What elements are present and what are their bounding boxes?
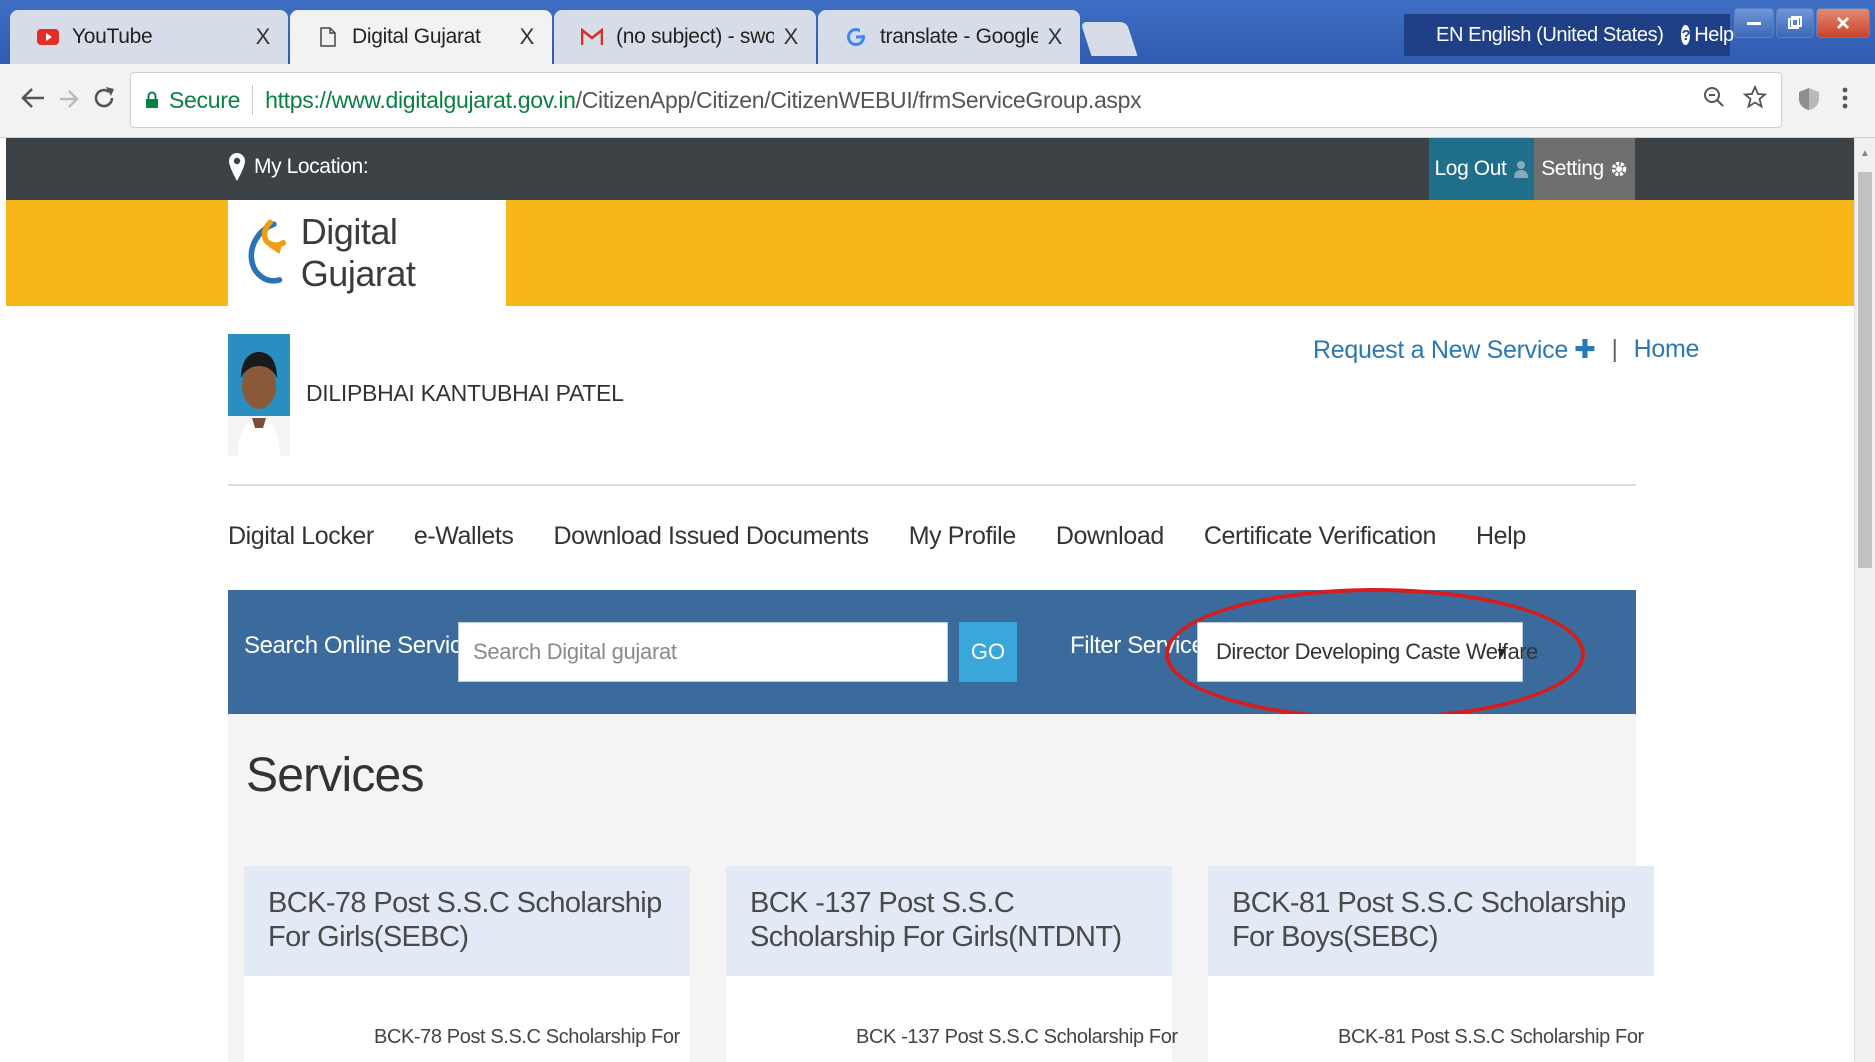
logout-button[interactable]: Log Out bbox=[1429, 138, 1534, 200]
help-icon: ? bbox=[1681, 25, 1691, 45]
menu-item-download-issued-documents[interactable]: Download Issued Documents bbox=[554, 522, 870, 551]
services-heading: Services bbox=[246, 749, 424, 802]
url-text: https://www.digitalgujarat.gov.in/Citize… bbox=[265, 86, 1142, 114]
tab-gmail[interactable]: (no subject) - swodcvalsad X bbox=[554, 10, 816, 64]
service-card-subtitle: BCK -137 Post S.S.C Scholarship For bbox=[856, 1026, 1178, 1048]
browser-tab-strip: YouTube X Digital Gujarat X (no subject)… bbox=[0, 0, 1875, 64]
my-location[interactable]: My Location: bbox=[228, 152, 369, 182]
url-domain: https://www.digitalgujarat.gov.in bbox=[265, 86, 576, 113]
filter-services-label: Filter Services bbox=[1070, 632, 1217, 659]
location-pin-icon bbox=[229, 153, 245, 181]
logout-label: Log Out bbox=[1434, 157, 1507, 180]
close-window-button[interactable] bbox=[1816, 8, 1870, 38]
tab-title: Digital Gujarat bbox=[352, 25, 481, 48]
tab-close-icon[interactable]: X bbox=[1048, 24, 1063, 50]
scroll-up-icon[interactable]: ▲ bbox=[1860, 148, 1870, 159]
language-label: EN English (United States) bbox=[1436, 23, 1664, 46]
search-label: Search Online Services bbox=[244, 632, 486, 659]
plus-icon: ✚ bbox=[1573, 334, 1596, 364]
brand-name: Digital Gujarat bbox=[300, 211, 416, 294]
lock-icon bbox=[146, 91, 158, 108]
service-card-subtitle: BCK-78 Post S.S.C Scholarship For bbox=[374, 1026, 680, 1048]
service-card[interactable]: BCK-81 Post S.S.C Scholarship For Boys(S… bbox=[1208, 866, 1654, 1062]
user-icon bbox=[1514, 161, 1529, 178]
service-card-title: BCK -137 Post S.S.C Scholarship For Girl… bbox=[726, 866, 1172, 976]
address-separator bbox=[252, 85, 254, 115]
filter-selected-value: Director Developing Caste Welfare bbox=[1216, 639, 1538, 664]
go-button[interactable]: GO bbox=[959, 622, 1017, 682]
tab-close-icon[interactable]: X bbox=[520, 24, 535, 50]
page-icon bbox=[316, 25, 340, 49]
link-separator: | bbox=[1611, 335, 1618, 363]
menu-item-e-wallets[interactable]: e-Wallets bbox=[414, 522, 514, 551]
top-links: Request a New Service ✚ | Home bbox=[1313, 334, 1699, 365]
setting-button[interactable]: Setting bbox=[1534, 138, 1635, 200]
tab-title: translate - Google Search bbox=[880, 25, 1038, 48]
tab-digital-gujarat[interactable]: Digital Gujarat X bbox=[290, 10, 552, 64]
main-menu: Digital Locker e-Wallets Download Issued… bbox=[228, 522, 1566, 551]
search-panel: Search Online Services GO Filter Service… bbox=[228, 588, 1636, 720]
service-card[interactable]: BCK -137 Post S.S.C Scholarship For Girl… bbox=[726, 866, 1178, 1062]
service-card[interactable]: BCK-78 Post S.S.C Scholarship For Girls(… bbox=[244, 866, 690, 1062]
digital-gujarat-logo-icon bbox=[248, 219, 287, 284]
tab-youtube[interactable]: YouTube X bbox=[10, 10, 288, 64]
menu-item-certificate-verification[interactable]: Certificate Verification bbox=[1204, 522, 1437, 551]
google-icon bbox=[844, 25, 868, 49]
services-section: Services BCK-78 Post S.S.C Scholarship F… bbox=[228, 714, 1654, 1062]
request-new-service-link[interactable]: Request a New Service ✚ bbox=[1313, 334, 1596, 365]
page-content: My Location: Log Out Setting Digital Guj… bbox=[6, 138, 1854, 1062]
youtube-icon bbox=[36, 25, 60, 49]
menu-item-my-profile[interactable]: My Profile bbox=[909, 522, 1017, 551]
setting-label: Setting bbox=[1541, 157, 1604, 180]
home-link[interactable]: Home bbox=[1634, 335, 1700, 364]
new-tab-button[interactable] bbox=[1080, 22, 1138, 56]
forward-arrow-icon[interactable] bbox=[58, 84, 80, 118]
service-card-subtitle: BCK-81 Post S.S.C Scholarship For bbox=[1338, 1026, 1644, 1048]
gear-icon bbox=[1611, 161, 1627, 177]
restore-button[interactable] bbox=[1776, 8, 1814, 38]
tab-close-icon[interactable]: X bbox=[784, 24, 799, 50]
menu-item-digital-locker[interactable]: Digital Locker bbox=[228, 522, 374, 551]
back-arrow-icon[interactable] bbox=[20, 84, 46, 118]
bookmark-star-icon[interactable] bbox=[1742, 84, 1768, 115]
secure-label: Secure bbox=[169, 86, 241, 113]
tab-title: (no subject) - swodcvalsad bbox=[616, 25, 774, 48]
page-scrollbar[interactable]: ▲ bbox=[1854, 138, 1875, 1062]
language-help-label: Help bbox=[1694, 23, 1734, 46]
zoom-icon[interactable] bbox=[1703, 86, 1725, 114]
menu-item-download[interactable]: Download bbox=[1056, 522, 1164, 551]
url-path: /CitizenApp/Citizen/CitizenWEBUI/frmServ… bbox=[575, 86, 1142, 113]
service-card-title: BCK-81 Post S.S.C Scholarship For Boys(S… bbox=[1208, 866, 1654, 976]
divider bbox=[228, 484, 1636, 486]
language-bar[interactable]: EN English (United States) ? Help bbox=[1404, 14, 1734, 56]
browser-menu-icon[interactable] bbox=[1842, 86, 1848, 115]
user-name: DILIPBHAI KANTUBHAI PATEL bbox=[306, 380, 624, 406]
reload-icon[interactable] bbox=[92, 84, 116, 118]
filter-services-select[interactable]: Director Developing Caste Welfare ▼ bbox=[1197, 622, 1538, 682]
dropdown-arrow-icon: ▼ bbox=[1494, 644, 1509, 660]
extension-icon[interactable] bbox=[1796, 86, 1822, 117]
tab-title: YouTube bbox=[72, 25, 153, 48]
browser-toolbar: Secure https://www.digitalgujarat.gov.in… bbox=[0, 64, 1875, 138]
secure-indicator[interactable]: Secure bbox=[145, 87, 240, 114]
minimize-button[interactable] bbox=[1734, 8, 1774, 38]
user-avatar bbox=[228, 334, 290, 456]
menu-item-help[interactable]: Help bbox=[1476, 522, 1526, 551]
address-bar[interactable]: Secure https://www.digitalgujarat.gov.in… bbox=[130, 72, 1782, 128]
scrollbar-thumb[interactable] bbox=[1858, 172, 1872, 568]
gmail-icon bbox=[580, 25, 604, 49]
site-logo[interactable]: Digital Gujarat bbox=[228, 200, 506, 306]
tab-google-search[interactable]: translate - Google Search X bbox=[818, 10, 1080, 64]
tab-close-icon[interactable]: X bbox=[256, 24, 271, 50]
request-new-service-label: Request a New Service bbox=[1313, 336, 1568, 364]
service-card-title: BCK-78 Post S.S.C Scholarship For Girls(… bbox=[244, 866, 690, 976]
my-location-label: My Location: bbox=[254, 155, 369, 178]
search-input[interactable] bbox=[458, 622, 948, 682]
